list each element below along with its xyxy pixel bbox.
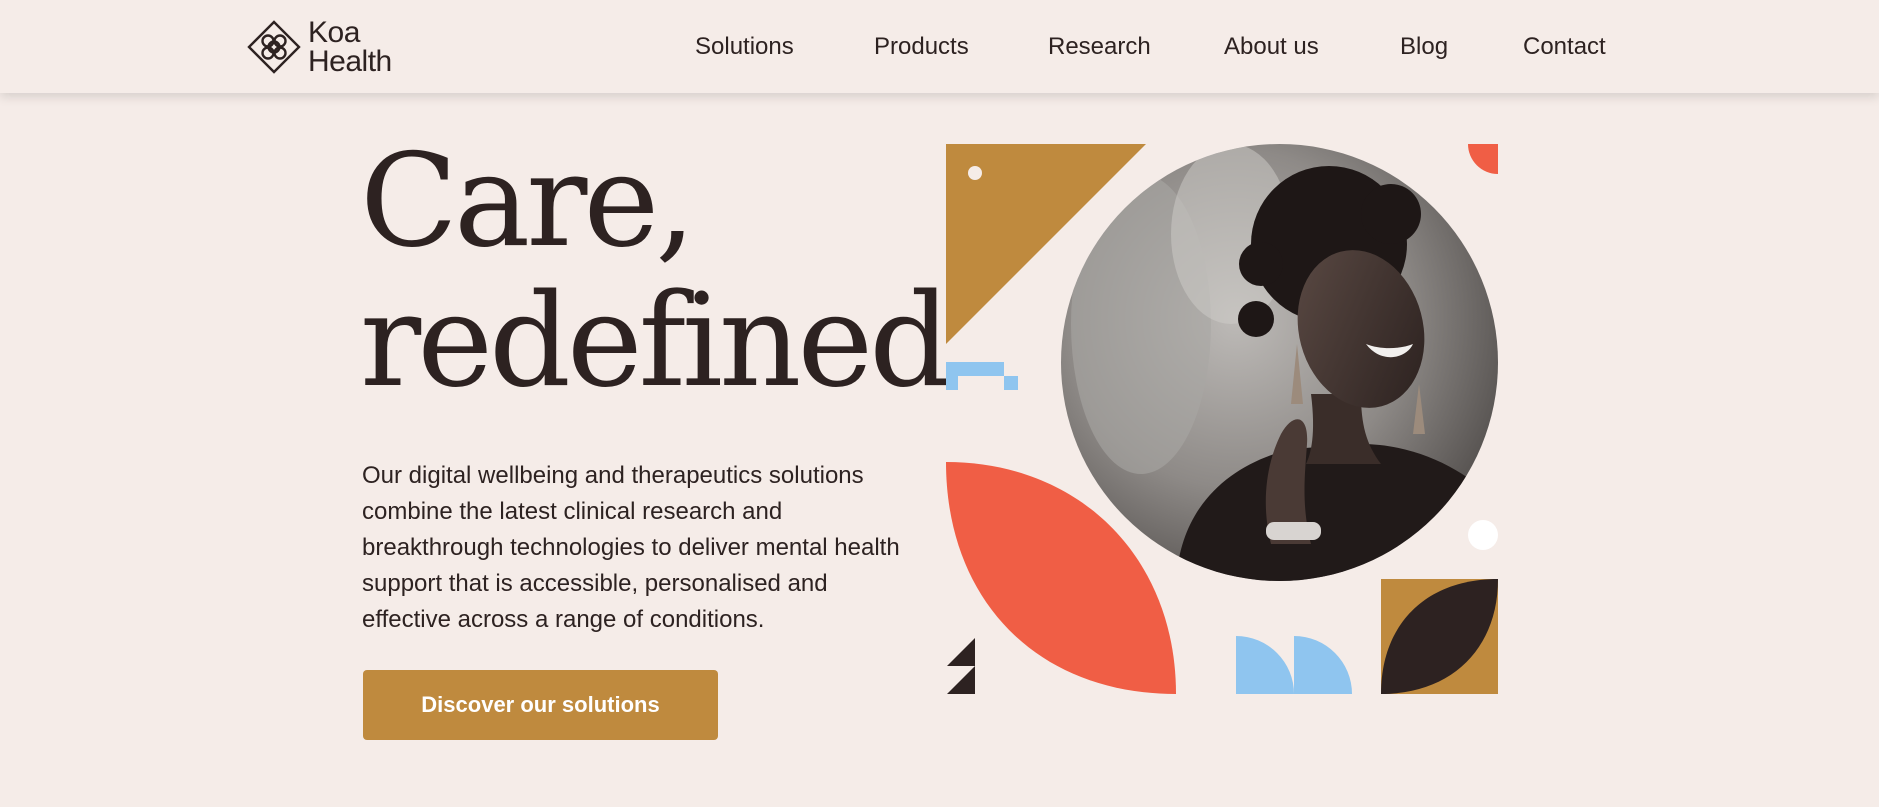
hero-artwork (946, 144, 1498, 696)
hero-title: Care, redefined (360, 127, 951, 416)
white-circle-shape (1468, 520, 1498, 550)
coral-corner-shape (1468, 144, 1498, 174)
portrait-image (1061, 144, 1498, 581)
nav-item-solutions[interactable]: Solutions (695, 30, 794, 64)
hero-portrait-photo (1061, 144, 1498, 581)
blue-arch-left-shape (1236, 636, 1294, 694)
hero-title-line2: redefined (360, 267, 951, 416)
blue-arch-right-shape (1294, 636, 1352, 694)
discover-solutions-button[interactable]: Discover our solutions (363, 670, 718, 740)
nav-item-blog[interactable]: Blog (1400, 30, 1448, 64)
site-header: Koa Health Solutions Products Research A… (0, 0, 1879, 93)
nav-item-about-us[interactable]: About us (1224, 30, 1319, 64)
hero-description: Our digital wellbeing and therapeutics s… (362, 462, 900, 633)
dark-triangle-bottom-shape (947, 666, 975, 694)
nav-item-products[interactable]: Products (874, 30, 969, 64)
main-nav: Solutions Products Research About us Blo… (0, 30, 1879, 64)
hero-title-line1: Care, (360, 127, 696, 276)
dark-triangle-top-shape (947, 638, 975, 666)
blue-blocks-shape (946, 362, 1018, 390)
white-dot-shape (968, 166, 982, 180)
nav-item-research[interactable]: Research (1048, 30, 1151, 64)
nav-item-contact[interactable]: Contact (1523, 30, 1606, 64)
